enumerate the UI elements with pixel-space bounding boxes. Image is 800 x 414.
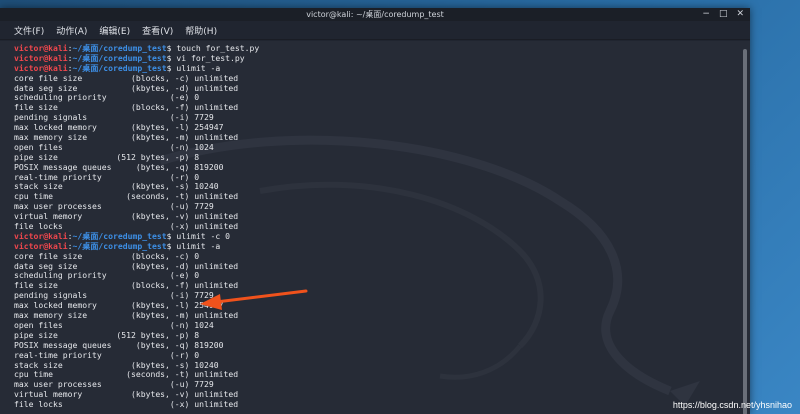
prompt-path: ~/桌面/coredump_test [72, 52, 167, 63]
prompt-symbol: $ [166, 240, 177, 251]
window-title: victor@kali: ~/桌面/coredump_test [306, 10, 444, 19]
prompt-symbol: $ [166, 52, 177, 63]
menu-file[interactable]: 文件(F) [14, 24, 44, 37]
window-controls: − □ ✕ [702, 8, 744, 21]
prompt-user: victor@kali [14, 62, 68, 73]
watermark-text: https://blog.csdn.net/yhsnihao [672, 400, 792, 410]
prompt-path: ~/桌面/coredump_test [72, 62, 167, 73]
output-line: file locks (-x) unlimited [14, 399, 239, 410]
maximize-icon[interactable]: □ [719, 8, 728, 21]
annotation-arrow-icon [200, 289, 308, 310]
terminal-area[interactable]: victor@kali:~/桌面/coredump_test$ touch fo… [0, 41, 750, 414]
prompt-path: ~/桌面/coredump_test [72, 230, 167, 241]
menu-view[interactable]: 查看(V) [142, 24, 173, 37]
command-text: ulimit -c 0 [176, 230, 230, 241]
title-bar[interactable]: victor@kali: ~/桌面/coredump_test − □ ✕ [0, 8, 750, 21]
menu-action[interactable]: 动作(A) [56, 24, 87, 37]
command-text: vi for_test.py [176, 52, 245, 63]
terminal-window: victor@kali: ~/桌面/coredump_test − □ ✕ 文件… [0, 8, 750, 414]
prompt-user: victor@kali [14, 52, 68, 63]
command-text: touch for_test.py [176, 43, 260, 53]
command-text: ulimit -a [176, 240, 221, 251]
prompt-symbol: $ [166, 62, 177, 73]
scrollbar[interactable] [743, 49, 747, 414]
prompt-user: victor@kali [14, 240, 68, 251]
prompt-user: victor@kali [14, 43, 68, 53]
minimize-icon[interactable]: − [702, 8, 710, 21]
terminal-output: victor@kali:~/桌面/coredump_test$ touch fo… [14, 43, 260, 410]
prompt-symbol: $ [166, 43, 177, 53]
menu-bar: 文件(F) 动作(A) 编辑(E) 查看(V) 帮助(H) [0, 21, 750, 40]
menu-edit[interactable]: 编辑(E) [99, 24, 130, 37]
prompt-path: ~/桌面/coredump_test [72, 240, 167, 251]
prompt-path: ~/桌面/coredump_test [72, 43, 167, 53]
command-text: ulimit -a [176, 62, 221, 73]
prompt-user: victor@kali [14, 230, 68, 241]
close-icon[interactable]: ✕ [736, 8, 744, 21]
menu-help[interactable]: 帮助(H) [185, 24, 217, 37]
prompt-symbol: $ [166, 230, 177, 241]
